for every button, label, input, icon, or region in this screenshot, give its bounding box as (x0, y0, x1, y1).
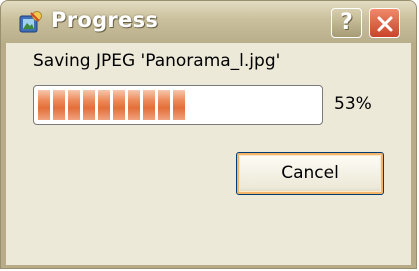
help-icon: ? (340, 10, 353, 35)
status-message: Saving JPEG 'Panorama_l.jpg' (33, 51, 281, 71)
cancel-button[interactable]: Cancel (236, 152, 384, 195)
progress-bar (33, 85, 323, 125)
progress-segment (158, 90, 170, 120)
progress-segment (38, 90, 50, 120)
progress-percent: 53% (334, 94, 372, 114)
progress-dialog: Progress ? Saving JPEG 'Panorama_l.jpg' … (0, 0, 417, 269)
close-icon (377, 16, 393, 32)
progress-segment (173, 90, 185, 120)
progress-segment (98, 90, 110, 120)
progress-segment (113, 90, 125, 120)
progress-segment (53, 90, 65, 120)
title-bar[interactable]: Progress ? (1, 1, 416, 43)
help-button[interactable]: ? (331, 8, 362, 38)
progress-segment (68, 90, 80, 120)
window-title: Progress (51, 8, 159, 32)
progress-segment (128, 90, 140, 120)
progress-fill (38, 90, 318, 120)
progress-segment (83, 90, 95, 120)
close-button[interactable] (369, 8, 400, 38)
progress-app-icon (19, 11, 42, 33)
progress-segment (143, 90, 155, 120)
